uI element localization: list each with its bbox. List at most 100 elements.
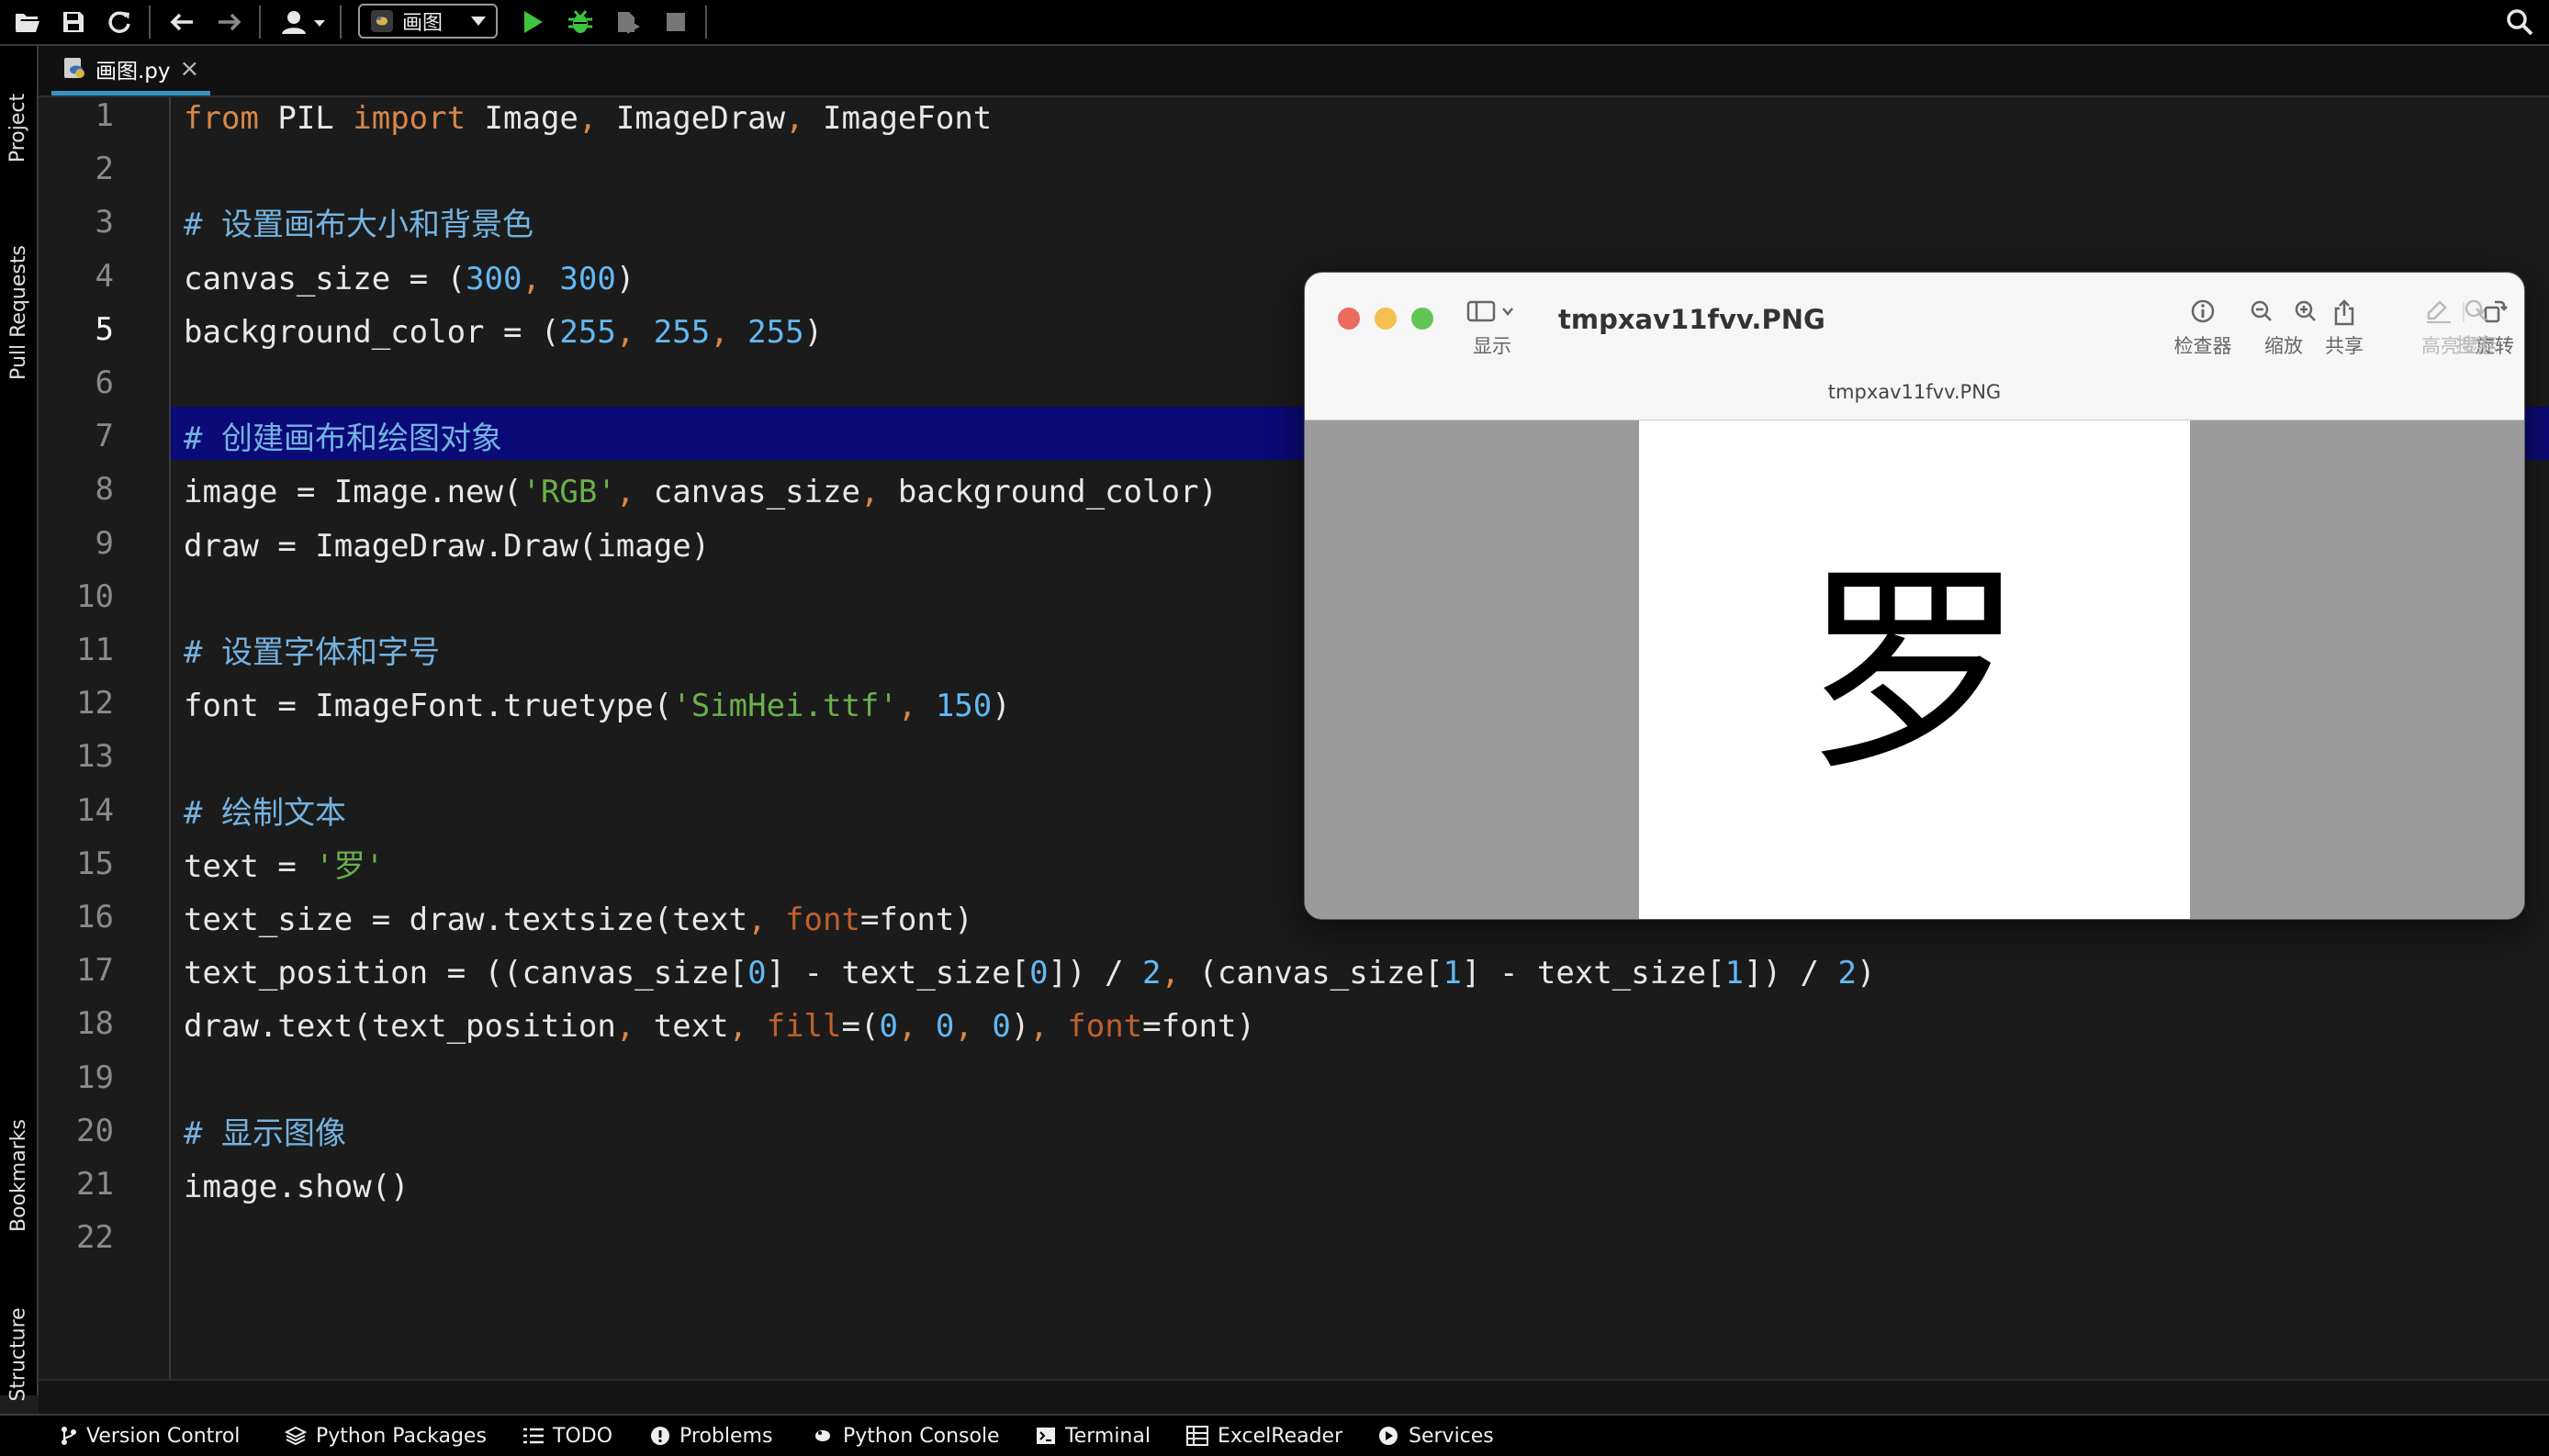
- status-python-packages[interactable]: Python Packages: [285, 1416, 487, 1456]
- preview-window-title: tmpxav11fvv.PNG: [1558, 304, 1825, 335]
- code-line-15[interactable]: text = '罗': [184, 840, 384, 893]
- spreadsheet-icon: [1186, 1426, 1208, 1446]
- code-line-8[interactable]: image = Image.new('RGB', canvas_size, ba…: [184, 465, 1218, 519]
- code-token: ): [1010, 1008, 1030, 1045]
- code-keyword: import: [353, 100, 466, 137]
- code-line-5[interactable]: background_color = (255, 255, 255): [184, 306, 823, 359]
- status-python-console[interactable]: Python Console: [812, 1416, 1000, 1456]
- line-number: 13: [76, 738, 114, 775]
- run-configuration-selector[interactable]: 画图: [358, 4, 498, 39]
- tool-tab-project[interactable]: Project: [0, 59, 37, 196]
- status-label: TODO: [553, 1424, 613, 1448]
- code-number: 150: [935, 688, 993, 724]
- save-icon[interactable]: [57, 6, 90, 39]
- code-line-3[interactable]: # 设置画布大小和背景色: [184, 198, 533, 252]
- toolbar-separator: [705, 6, 707, 39]
- user-dropdown-icon[interactable]: [277, 6, 332, 39]
- markup-button[interactable]: 标记: [2513, 298, 2524, 359]
- close-window-button[interactable]: [1338, 308, 1360, 330]
- code-token: (canvas_size[: [1198, 955, 1443, 991]
- tool-tab-label: Structure: [6, 1306, 30, 1402]
- tool-tab-bookmarks[interactable]: Bookmarks: [0, 1083, 37, 1267]
- preview-canvas: 罗: [1305, 420, 2524, 919]
- code-line-4[interactable]: canvas_size = (300, 300): [184, 252, 634, 306]
- code-line-9[interactable]: draw = ImageDraw.Draw(image): [184, 520, 710, 573]
- code-token: image = Image.new(: [184, 474, 522, 510]
- code-line-17[interactable]: text_position = ((canvas_size[0] - text_…: [184, 946, 1875, 1000]
- line-number: 7: [95, 418, 114, 454]
- sidebar-toggle-button[interactable]: 显示: [1455, 298, 1529, 359]
- code-token: ]) /: [1744, 955, 1838, 991]
- code-line-11[interactable]: # 设置字体和字号: [184, 626, 440, 679]
- search-label: 搜索: [2456, 334, 2495, 356]
- status-problems[interactable]: Problems: [650, 1416, 772, 1456]
- line-number: 4: [95, 258, 114, 295]
- search-icon[interactable]: [2503, 6, 2536, 39]
- line-number: 17: [76, 952, 114, 989]
- status-label: Services: [1409, 1424, 1494, 1448]
- sync-icon[interactable]: [103, 6, 136, 39]
- code-punct: ,: [615, 1008, 654, 1045]
- code-token: ): [1856, 955, 1876, 991]
- close-tab-icon[interactable]: ×: [180, 55, 200, 83]
- open-folder-icon[interactable]: [11, 6, 44, 39]
- code-punct: ,: [747, 902, 786, 938]
- back-arrow-icon[interactable]: [165, 6, 198, 39]
- inspector-button[interactable]: 检查器: [2166, 298, 2240, 359]
- tool-tab-label: Bookmarks: [6, 1118, 30, 1232]
- code-token: font = ImageFont.truetype(: [184, 688, 673, 724]
- code-line-16[interactable]: text_size = draw.textsize(text, font=fon…: [184, 893, 973, 946]
- forward-arrow-icon[interactable]: [213, 6, 246, 39]
- status-services[interactable]: Services: [1377, 1416, 1494, 1456]
- zoom-window-button[interactable]: [1411, 308, 1433, 330]
- python-console-icon: [812, 1425, 834, 1447]
- search-button[interactable]: 搜索: [2439, 297, 2512, 358]
- status-terminal[interactable]: Terminal: [1036, 1416, 1151, 1456]
- code-line-14[interactable]: # 绘制文本: [184, 787, 346, 840]
- status-excel-reader[interactable]: ExcelReader: [1186, 1416, 1342, 1456]
- code-number: 255: [653, 314, 711, 351]
- code-number: 1: [1443, 955, 1463, 991]
- horizontal-scrollbar[interactable]: [39, 1379, 2549, 1414]
- code-token: canvas_size = (: [184, 261, 466, 297]
- sidebar-toggle-label: 显示: [1473, 335, 1511, 357]
- code-line-21[interactable]: image.show(): [184, 1160, 410, 1214]
- code-line-1[interactable]: from PIL import Image, ImageDraw, ImageF…: [184, 92, 992, 145]
- tool-tab-label: Pull Requests: [6, 244, 30, 380]
- line-number: 10: [76, 578, 114, 615]
- code-punct: ,: [728, 1008, 767, 1045]
- code-line-7[interactable]: # 创建画布和绘图对象: [184, 412, 502, 465]
- editor-tab-label: 画图.py: [95, 59, 171, 84]
- code-token: =(: [841, 1008, 880, 1045]
- line-number: 16: [76, 899, 114, 935]
- code-token: ]) /: [1048, 955, 1142, 991]
- code-number: 1: [1724, 955, 1745, 991]
- sidebar-icon: [1455, 298, 1529, 331]
- tool-tab-pull-requests[interactable]: Pull Requests: [0, 202, 37, 422]
- status-version-control[interactable]: Version Control: [61, 1416, 240, 1456]
- editor-tab-file[interactable]: 画图.py ×: [51, 46, 211, 95]
- code-token: text: [653, 1008, 729, 1045]
- status-todo[interactable]: TODO: [523, 1416, 612, 1456]
- svg-text:罗: 罗: [1804, 551, 2025, 790]
- warning-circle-icon: [650, 1426, 670, 1446]
- share-button[interactable]: 共享: [2308, 298, 2381, 359]
- status-label: Version Control: [86, 1424, 241, 1448]
- markup-label: 标记: [2513, 331, 2524, 359]
- run-icon[interactable]: [516, 6, 549, 39]
- debug-bug-icon[interactable]: [564, 6, 597, 39]
- line-number: 11: [76, 632, 114, 668]
- coverage-run-icon[interactable]: [612, 6, 645, 39]
- minimize-window-button[interactable]: [1375, 308, 1397, 330]
- code-line-20[interactable]: # 显示图像: [184, 1107, 346, 1160]
- toolbar-separator: [149, 6, 151, 39]
- code-token: ] - text_size[: [766, 955, 1030, 991]
- line-number: 3: [95, 204, 114, 241]
- stop-icon[interactable]: [659, 6, 692, 39]
- code-punct: ,: [710, 314, 748, 351]
- code-punct: ,: [954, 1008, 993, 1045]
- code-line-12[interactable]: font = ImageFont.truetype('SimHei.ttf', …: [184, 679, 1011, 733]
- code-token: text_position = ((canvas_size[: [184, 955, 748, 991]
- code-number: 2: [1837, 955, 1857, 991]
- code-line-18[interactable]: draw.text(text_position, text, fill=(0, …: [184, 1000, 1255, 1053]
